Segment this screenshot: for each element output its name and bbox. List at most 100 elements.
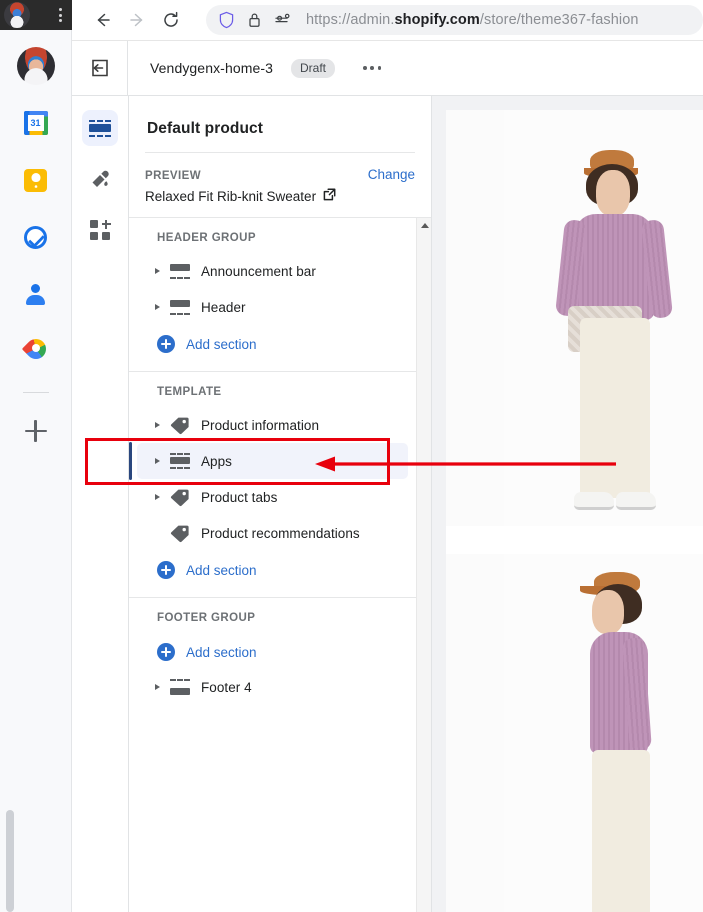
model-illustration [564,572,684,912]
section-apps-icon [169,453,191,469]
shield-icon[interactable] [218,11,235,29]
page-title: Default product [147,120,264,137]
reload-icon[interactable] [154,3,188,37]
add-section-label: Add section [186,562,257,578]
add-section-button[interactable]: Add section [137,635,408,669]
browser-toolbar: https://admin.shopify.com/store/theme367… [72,0,703,41]
expand-caret-icon[interactable] [151,304,163,310]
section-label: Header [201,299,246,315]
google-calendar-icon[interactable]: 31 [16,103,56,143]
google-maps-icon[interactable] [16,331,56,371]
preview-label: PREVIEW [145,170,201,182]
theme-settings-tab[interactable] [82,161,118,197]
add-section-label: Add section [186,336,257,352]
section-label: Product tabs [201,489,278,505]
theme-editor-header: Vendygenx-home-3 Draft [72,41,703,96]
group-title: FOOTER GROUP [157,612,256,624]
plus-icon [157,561,175,579]
google-tasks-icon[interactable] [16,217,56,257]
url-prefix: https://admin. [306,12,395,28]
editor-icon-rail [72,96,129,912]
preview-product-name-row: Relaxed Fit Rib-knit Sweater [145,188,415,204]
section-group-template: TEMPLATE Product information Apps Produc… [129,371,416,597]
google-keep-icon[interactable] [16,160,56,200]
plus-icon [157,335,175,353]
expand-caret-icon[interactable] [151,458,163,464]
apps-grid-icon [89,219,111,241]
add-section-button[interactable]: Add section [137,553,408,587]
section-label: Apps [201,453,232,469]
apps-tab[interactable] [82,212,118,248]
section-layers-icon [89,119,111,137]
lock-icon[interactable] [247,11,262,29]
section-group-header: HEADER GROUP Announcement bar Header Add… [129,218,416,371]
more-options-icon[interactable] [58,8,66,22]
scroll-up-arrow-icon[interactable] [417,218,431,233]
google-contacts-icon[interactable] [16,274,56,314]
section-list-scrollport: HEADER GROUP Announcement bar Header Add… [129,218,416,912]
paintbrush-icon [89,168,111,190]
tag-icon [169,524,191,543]
url-text: https://admin.shopify.com/store/theme367… [306,12,639,28]
section-label: Product information [201,417,320,433]
back-arrow-icon[interactable] [86,3,120,37]
plus-icon [157,643,175,661]
product-photo-side[interactable] [446,554,703,912]
expand-caret-icon[interactable] [151,494,163,500]
avatar[interactable] [3,2,30,28]
sections-tab[interactable] [82,110,118,146]
tag-icon [169,416,191,435]
tag-icon [169,488,191,507]
more-options-icon[interactable] [357,58,387,78]
section-label: Footer 4 [201,679,252,695]
group-title: TEMPLATE [157,386,222,398]
rail-scrollbar[interactable] [6,810,14,912]
group-title: HEADER GROUP [157,232,256,244]
change-preview-link[interactable]: Change [368,167,415,182]
external-link-icon[interactable] [323,188,336,204]
google-side-rail: 31 [0,0,72,912]
section-row-product-information[interactable]: Product information [137,407,408,443]
preview-product-name: Relaxed Fit Rib-knit Sweater [145,188,317,204]
section-group-footer: FOOTER GROUP Add section Footer 4 [129,597,416,715]
product-photo-front[interactable] [446,110,703,526]
status-badge: Draft [291,58,336,78]
expand-caret-icon[interactable] [151,422,163,428]
url-suffix: /store/theme367-fashion [479,12,639,28]
model-illustration [554,150,684,526]
theme-name: Vendygenx-home-3 [150,60,274,76]
section-row-header[interactable]: Header [137,289,408,325]
exit-icon[interactable] [72,41,128,95]
section-row-product-tabs[interactable]: Product tabs [137,479,408,515]
section-row-apps[interactable]: Apps [129,442,408,480]
rail-app-list: 31 [0,30,72,912]
expand-caret-icon[interactable] [151,268,163,274]
section-label: Product recommendations [201,525,360,541]
avatar[interactable] [16,46,56,86]
section-row-product-recommendations[interactable]: Product recommendations [137,515,408,551]
section-header-icon [169,263,191,279]
address-bar[interactable]: https://admin.shopify.com/store/theme367… [206,5,703,35]
section-footer-icon [169,679,191,695]
section-row-footer-4[interactable]: Footer 4 [137,669,408,705]
theme-preview-canvas [432,96,703,912]
sections-panel: Default product PREVIEW Change Relaxed F… [129,96,432,912]
divider [22,392,49,393]
preview-block: PREVIEW Change Relaxed Fit Rib-knit Swea… [129,153,431,217]
panel-scrollbar[interactable] [416,218,431,912]
section-header-icon [169,299,191,315]
browser-window: 31 https://admin.shopify.com/store/theme… [0,0,703,912]
section-list: HEADER GROUP Announcement bar Header Add… [129,217,431,912]
preview-frame[interactable] [446,110,703,912]
forward-arrow-icon [120,3,154,37]
section-row-announcement-bar[interactable]: Announcement bar [137,253,408,289]
url-domain: shopify.com [394,12,480,28]
add-section-label: Add section [186,644,257,660]
permissions-icon[interactable] [274,11,292,29]
rail-top-bar [0,0,72,30]
add-section-button[interactable]: Add section [137,327,408,361]
add-app-icon[interactable] [16,411,56,451]
expand-caret-icon[interactable] [151,684,163,690]
section-label: Announcement bar [201,263,316,279]
calendar-day-number: 31 [27,115,44,131]
